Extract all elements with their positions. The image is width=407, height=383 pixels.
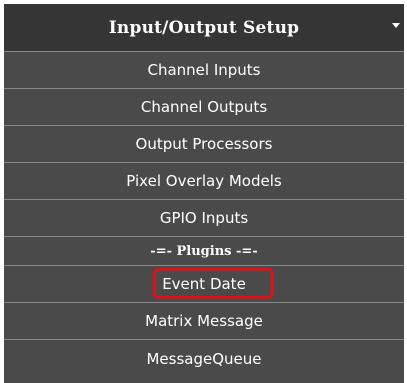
io-setup-dropdown-menu: Input/Output Setup Channel Inputs Channe… [4, 4, 404, 383]
menu-item-gpio-inputs[interactable]: GPIO Inputs [4, 200, 404, 237]
plugins-divider: -=- Plugins -=- [4, 237, 404, 266]
menu-item-pixel-overlay-models[interactable]: Pixel Overlay Models [4, 163, 404, 200]
menu-item-label: Matrix Message [145, 312, 263, 330]
menu-item-channel-inputs[interactable]: Channel Inputs [4, 52, 404, 89]
menu-item-channel-outputs[interactable]: Channel Outputs [4, 89, 404, 126]
menu-item-label: Output Processors [135, 135, 273, 153]
menu-item-matrix-message[interactable]: Matrix Message [4, 303, 404, 340]
menu-item-label: MessageQueue [146, 349, 262, 368]
menu-item-message-queue[interactable]: MessageQueue [4, 340, 404, 377]
plugins-divider-label: -=- Plugins -=- [150, 243, 258, 259]
caret-down-icon [392, 23, 400, 28]
menu-item-event-date[interactable]: Event Date [4, 266, 404, 303]
menu-item-label: Pixel Overlay Models [126, 172, 282, 190]
menu-header[interactable]: Input/Output Setup [4, 4, 404, 52]
menu-title: Input/Output Setup [108, 17, 300, 38]
menu-item-output-processors[interactable]: Output Processors [4, 126, 404, 163]
menu-item-label: Event Date [162, 275, 246, 293]
menu-item-label: Channel Inputs [147, 61, 261, 79]
menu-item-label: GPIO Inputs [159, 209, 249, 227]
menu-item-label: Channel Outputs [140, 98, 268, 116]
